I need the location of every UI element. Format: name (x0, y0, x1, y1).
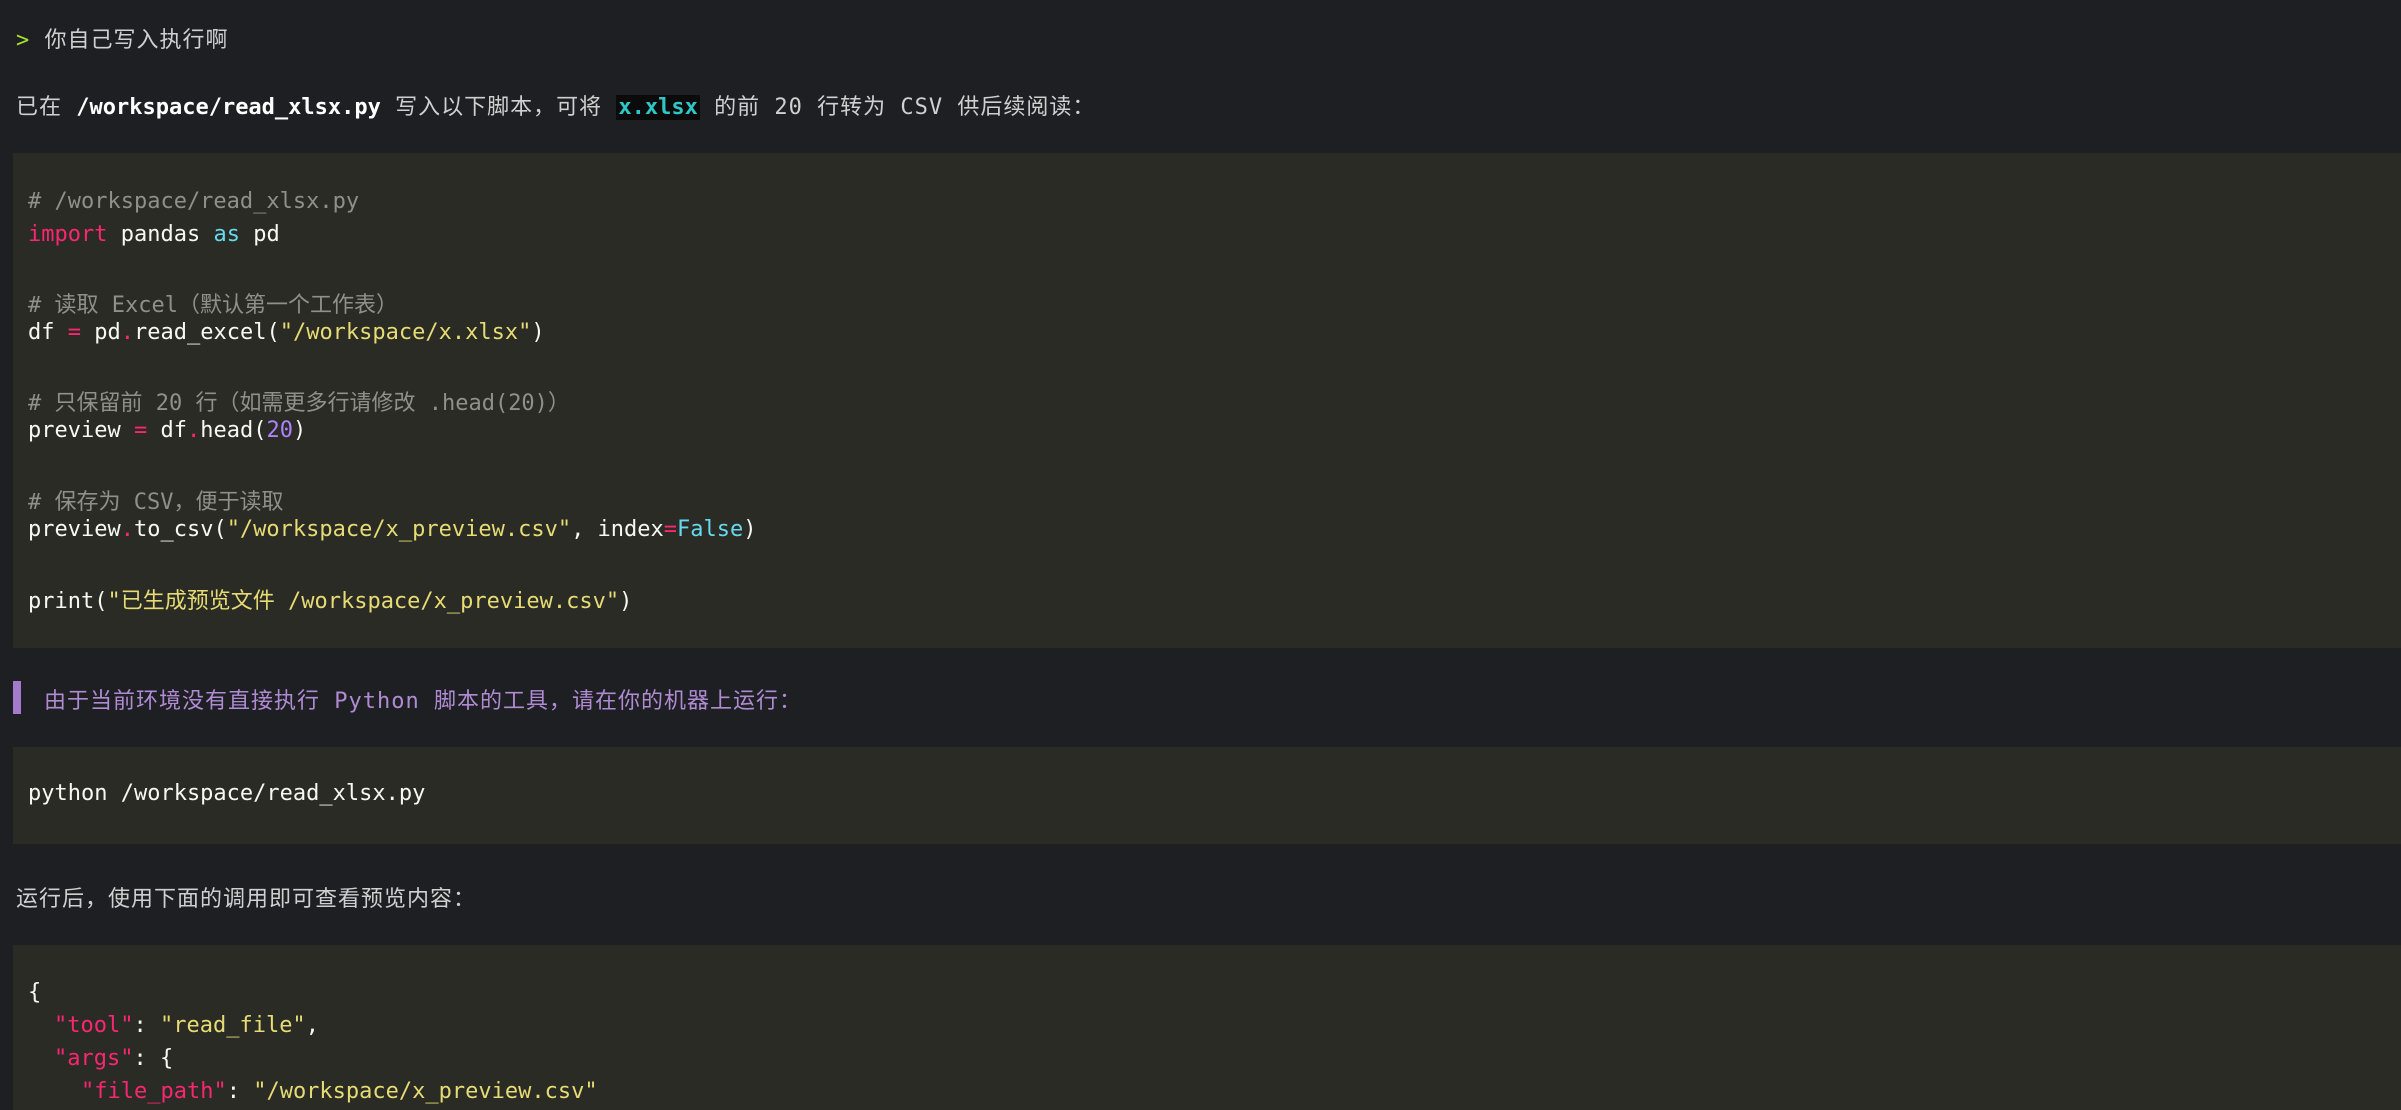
code-punct: ) (292, 418, 307, 443)
code-name: pd (81, 320, 121, 345)
shell-code-block: python /workspace/read_xlsx.py (13, 747, 2401, 844)
code-punct: ) (531, 320, 545, 345)
code-string: "/workspace/x.xlsx" (279, 320, 532, 345)
instruction-text: 运行后，使用下面的调用即可查看预览内容： (16, 887, 477, 912)
code-variable: preview (28, 418, 134, 443)
code-comment: # /workspace/read_xlsx.py (28, 189, 360, 214)
json-key: "file_path" (81, 1079, 227, 1104)
code-operator: = (133, 418, 148, 443)
code-operator: = (663, 517, 678, 542)
code-line: "tool": "read_file", (54, 1013, 319, 1038)
code-line: preview = df.head(20) (28, 418, 306, 443)
code-operator: = (67, 320, 81, 345)
code-line: df = pd.read_excel("/workspace/x.xlsx") (28, 320, 545, 345)
code-number: 20 (266, 418, 293, 443)
blockquote-note: 由于当前环境没有直接执行 Python 脚本的工具，请在你的机器上运行： (44, 689, 802, 714)
code-name: df (147, 418, 187, 443)
intro-after: 的前 20 行转为 CSV 供后续阅读： (699, 95, 1096, 120)
code-function: head( (200, 418, 267, 443)
code-keyword: import (28, 222, 108, 247)
code-argument: , index (571, 517, 664, 542)
python-code-block: # /workspace/read_xlsx.py import pandas … (13, 153, 2401, 648)
code-function: read_excel( (134, 320, 280, 345)
code-operator: . (120, 320, 134, 345)
code-keyword: as (213, 222, 240, 247)
code-function: to_csv( (133, 517, 227, 542)
code-module: pandas (107, 222, 214, 247)
user-prompt: > 你自己写入执行啊 (16, 22, 229, 54)
json-punct: : (133, 1013, 160, 1038)
xlsx-filename: x.xlsx (616, 95, 700, 120)
prompt-text: 你自己写入执行啊 (30, 28, 229, 53)
script-path: /workspace/read_xlsx.py (76, 95, 381, 120)
json-punct: : (226, 1079, 254, 1104)
code-function: print( (28, 589, 108, 614)
json-brace: { (28, 980, 42, 1005)
code-line: import pandas as pd (28, 222, 280, 247)
json-key: "args" (54, 1046, 134, 1071)
code-line: # 读取 Excel（默认第一个工作表） (28, 287, 398, 319)
code-operator: . (120, 517, 134, 542)
json-string: "/workspace/x_preview.csv" (253, 1079, 598, 1104)
code-operator: . (186, 418, 201, 443)
code-punct: ) (619, 589, 633, 614)
code-line: preview.to_csv("/workspace/x_preview.csv… (28, 517, 757, 542)
code-line: # /workspace/read_xlsx.py (28, 189, 359, 214)
shell-command: python /workspace/read_xlsx.py (28, 781, 426, 806)
code-line: { (28, 980, 41, 1005)
intro-text: 已在 /workspace/read_xlsx.py 写入以下脚本，可将 x.x… (16, 89, 1095, 121)
code-alias: pd (239, 222, 280, 247)
code-comment: # 只保留前 20 行（如需更多行请修改 .head(20)） (28, 391, 570, 416)
json-punct: : { (133, 1046, 174, 1071)
code-name: preview (28, 517, 121, 542)
code-line: # 保存为 CSV，便于读取 (28, 484, 283, 516)
code-line: "args": { (54, 1046, 173, 1071)
json-code-block: { "tool": "read_file", "args": { "file_p… (13, 945, 2401, 1110)
code-string: "/workspace/x_preview.csv" (226, 517, 572, 542)
code-comment: # 读取 Excel（默认第一个工作表） (28, 293, 398, 318)
code-string: "已生成预览文件 /workspace/x_preview.csv" (107, 589, 620, 614)
json-punct: , (305, 1013, 319, 1038)
code-line: "file_path": "/workspace/x_preview.csv" (81, 1079, 598, 1104)
code-comment: # 保存为 CSV，便于读取 (28, 490, 284, 515)
code-line: print("已生成预览文件 /workspace/x_preview.csv"… (28, 583, 632, 615)
intro-middle: 写入以下脚本，可将 (380, 95, 617, 120)
code-line: # 只保留前 20 行（如需更多行请修改 .head(20)） (28, 385, 570, 417)
json-string: "read_file" (159, 1013, 306, 1038)
code-punct: ) (743, 517, 757, 542)
json-key: "tool" (54, 1013, 134, 1038)
code-keyword: False (677, 517, 744, 542)
intro-before: 已在 (16, 95, 77, 120)
code-variable: df (28, 320, 68, 345)
prompt-marker: > (16, 28, 31, 53)
blockquote-bar (13, 681, 21, 714)
